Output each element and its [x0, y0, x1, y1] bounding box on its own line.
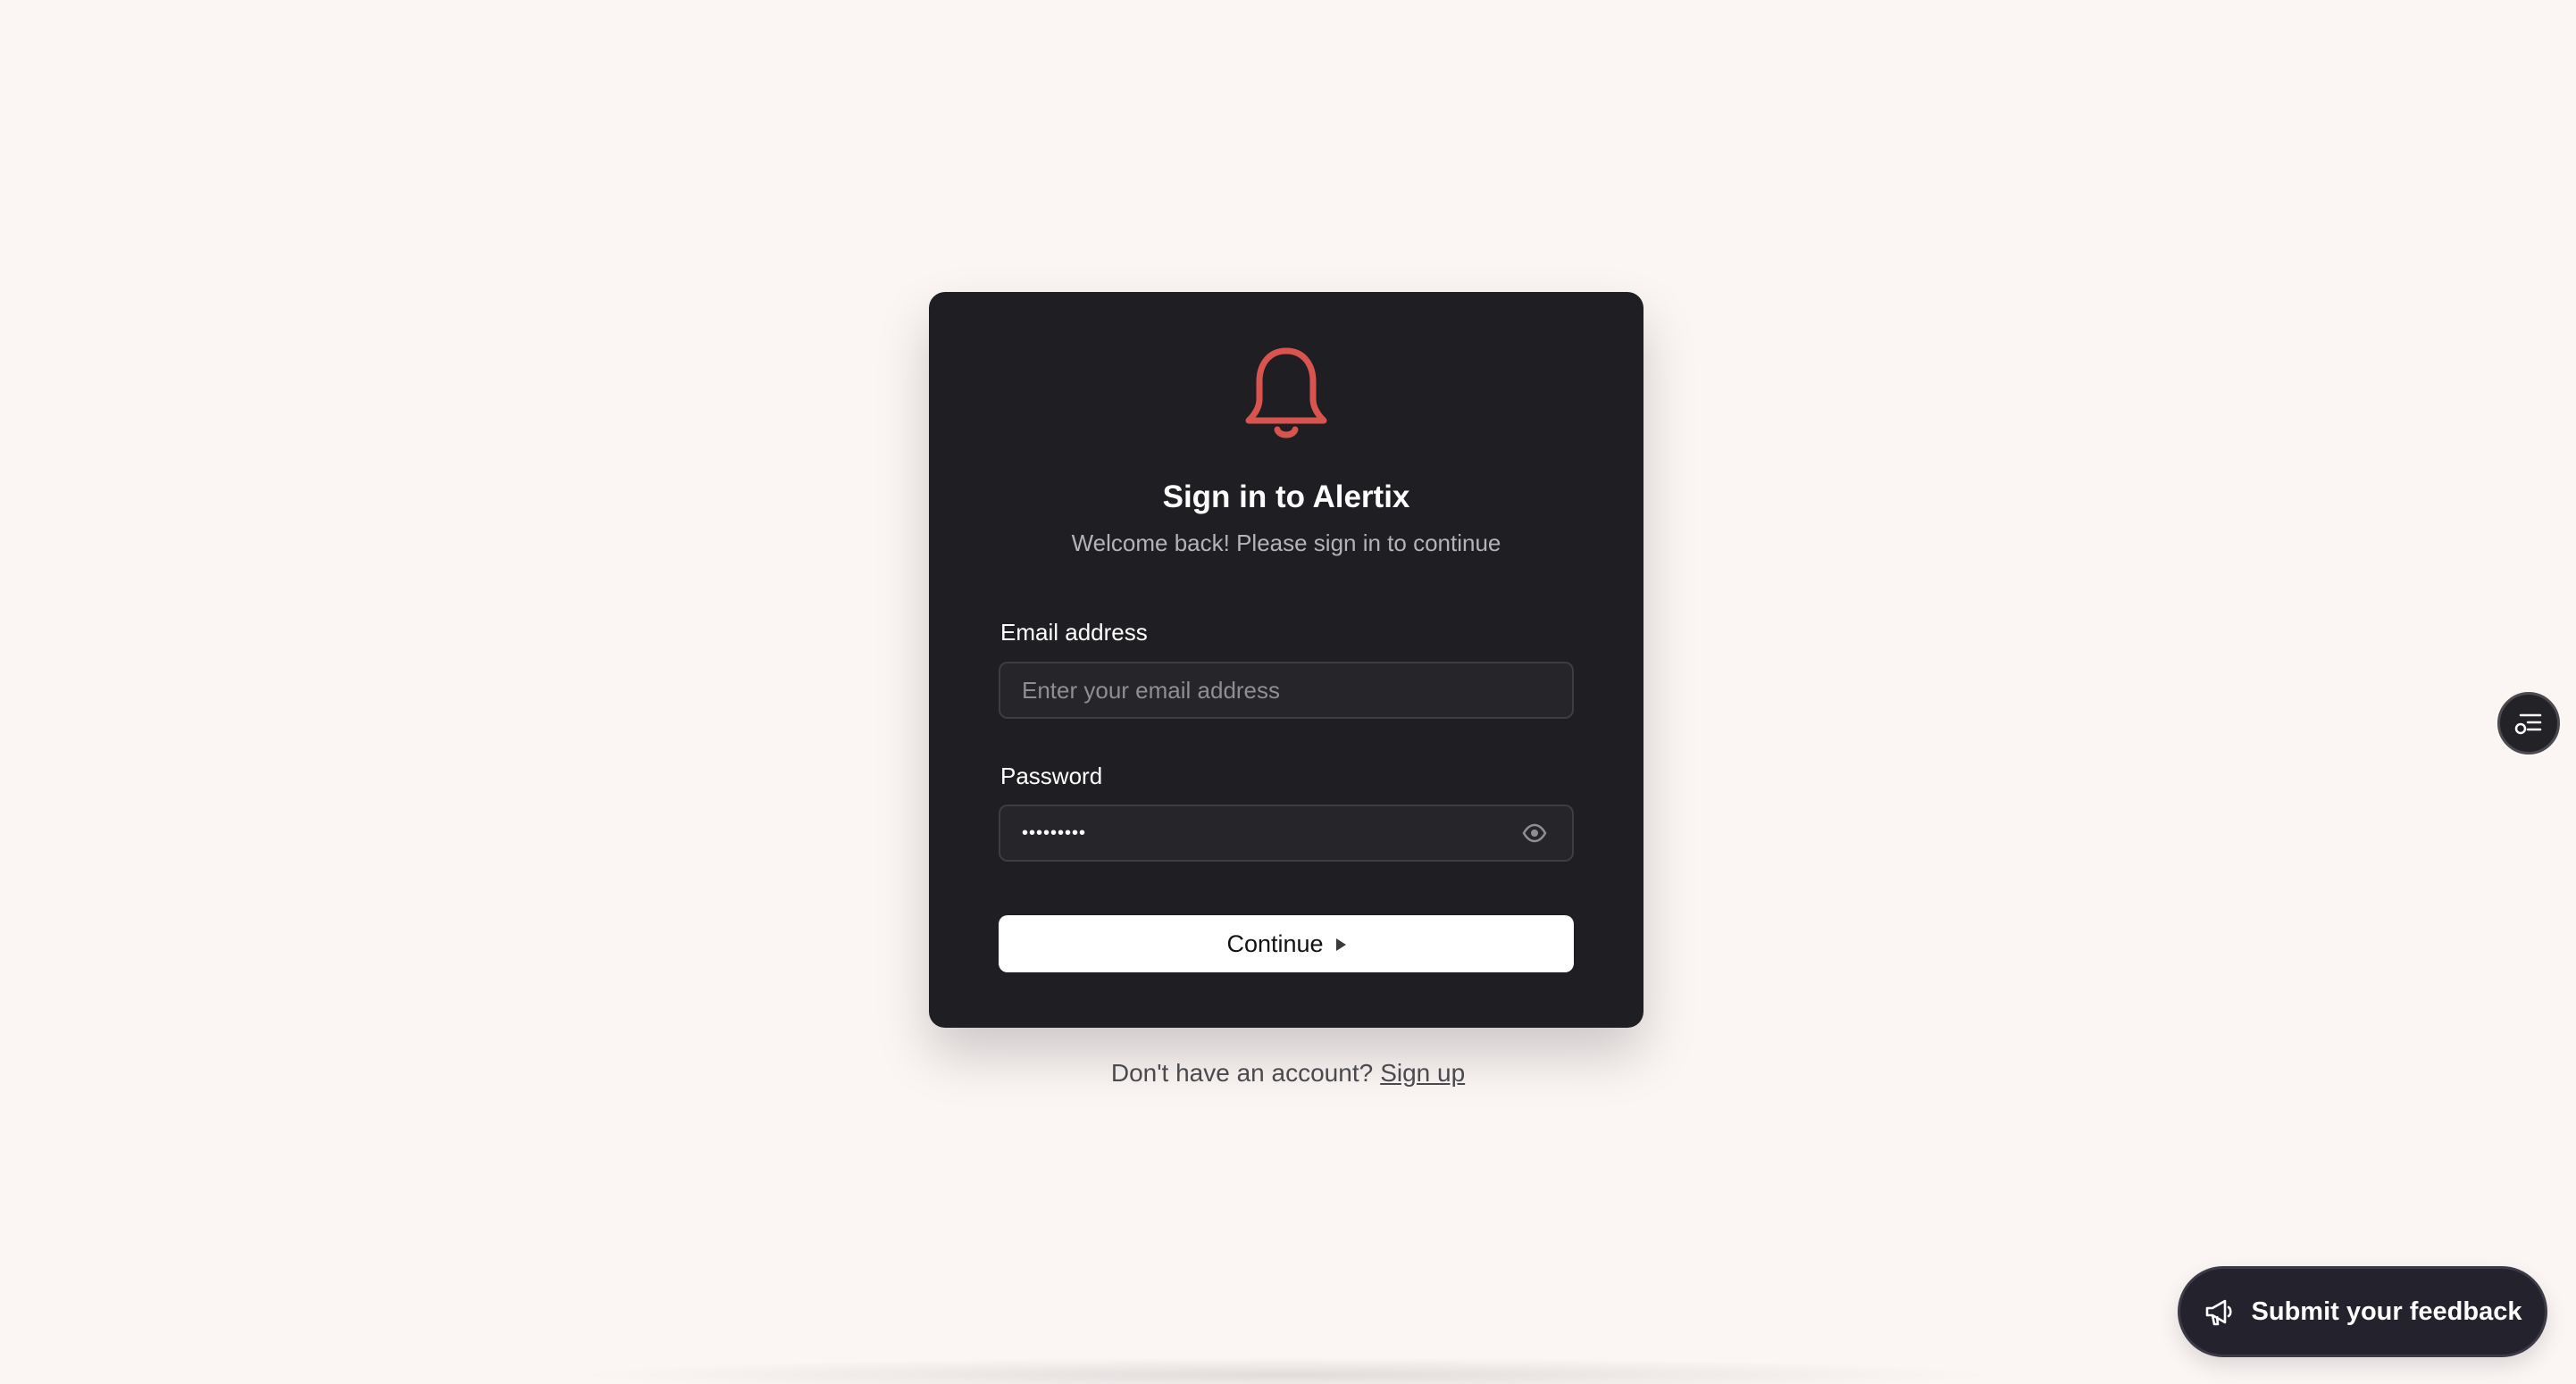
signin-card: Sign in to Alertix Welcome back! Please … — [929, 292, 1643, 1028]
page: Sign in to Alertix Welcome back! Please … — [0, 0, 2576, 1384]
feedback-label: Submit your feedback — [2251, 1296, 2522, 1326]
list-settings-icon — [2514, 713, 2542, 735]
signup-link[interactable]: Sign up — [1380, 1059, 1465, 1087]
email-field-wrapper — [999, 662, 1574, 719]
continue-label: Continue — [1226, 930, 1324, 957]
side-panel-button[interactable] — [2497, 692, 2560, 755]
eye-icon[interactable] — [1522, 822, 1547, 844]
bottom-shadow — [572, 1357, 2001, 1384]
page-title: Sign in to Alertix — [1162, 479, 1410, 514]
play-arrow-icon — [1335, 938, 1346, 951]
password-label: Password — [1000, 763, 1103, 789]
megaphone-icon — [2205, 1299, 2232, 1326]
continue-button[interactable]: Continue — [999, 915, 1574, 972]
submit-feedback-button[interactable]: Submit your feedback — [2178, 1266, 2547, 1357]
signup-prompt: Don't have an account? Sign up — [0, 1059, 2576, 1088]
page-subtitle: Welcome back! Please sign in to continue — [1071, 529, 1501, 556]
password-value: ••••••••• — [1022, 823, 1087, 843]
email-label: Email address — [1000, 619, 1148, 646]
bell-icon — [1245, 347, 1327, 438]
password-field[interactable]: ••••••••• — [999, 805, 1574, 862]
email-field[interactable] — [1022, 663, 1522, 717]
signup-prompt-text: Don't have an account? — [1110, 1059, 1374, 1087]
